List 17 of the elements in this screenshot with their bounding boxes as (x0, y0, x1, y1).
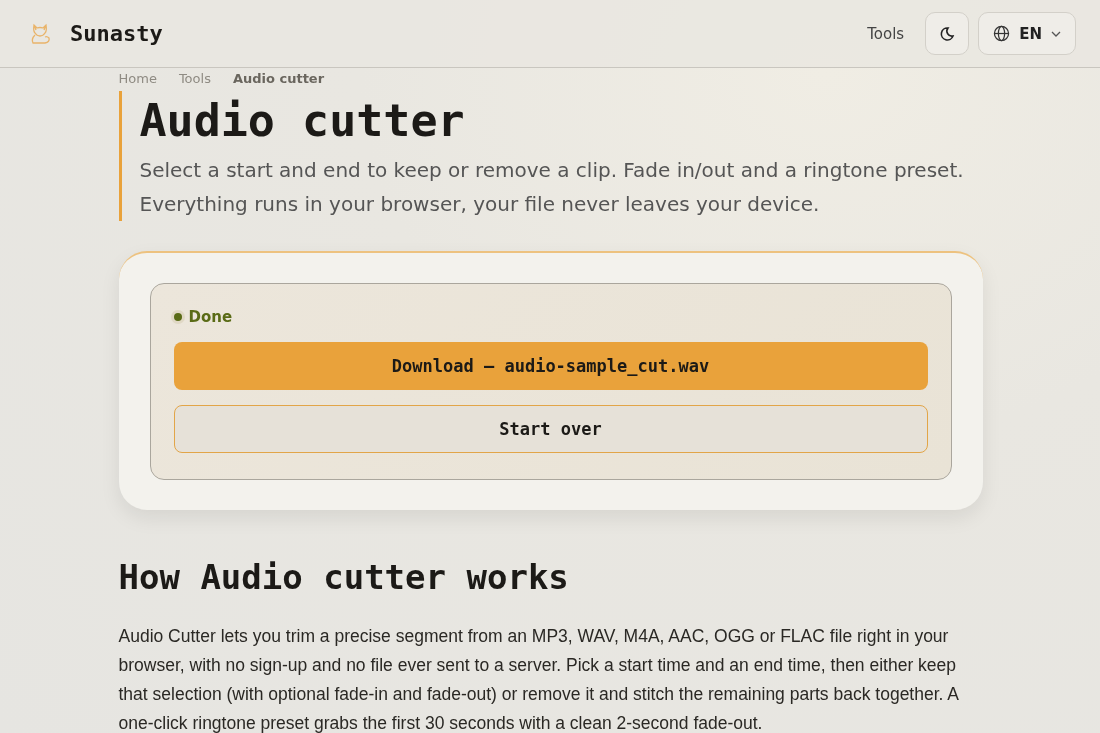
section-heading: How Audio cutter works (118, 556, 570, 599)
lead-text: Everything runs in your browser, your file never leaves your device. (139, 191, 821, 218)
tools-nav-link[interactable]: Tools (867, 24, 905, 43)
start-over-button[interactable]: Start over (173, 405, 928, 453)
page-title: Audio cutter (139, 93, 466, 149)
status-label: Done (188, 308, 233, 326)
download-button[interactable]: Download — audio-sample_cut.wav (173, 342, 928, 390)
chevron-down-icon (1051, 30, 1061, 37)
lead-text: Select a start and end to keep or remove a clip. Fade in/out and a ringtone preset. (139, 157, 965, 184)
breadcrumb-link[interactable]: Audio cutter (232, 71, 325, 87)
globe-icon (993, 25, 1011, 42)
status-dot-icon (173, 313, 182, 321)
theme-toggle-button[interactable] (925, 12, 970, 55)
language-button[interactable]: EN (978, 12, 1076, 55)
section-paragraph: Audio Cutter lets you trim a precise segment from an MP3, WAV, M4A, AAC, OGG or FLAC file right in your browser, with no sign-up and no file ever sent to a server. Pick a start time and an end time, then either keep that selection (with optional fade-in and fade-out) or remove it and stitch the remaining parts back together. A one-click ringtone preset grabs the first 30 seconds with a clean 2-second fade-out. (118, 625, 960, 733)
moon-icon (939, 25, 956, 42)
brand-name[interactable]: Sunasty (70, 21, 163, 46)
